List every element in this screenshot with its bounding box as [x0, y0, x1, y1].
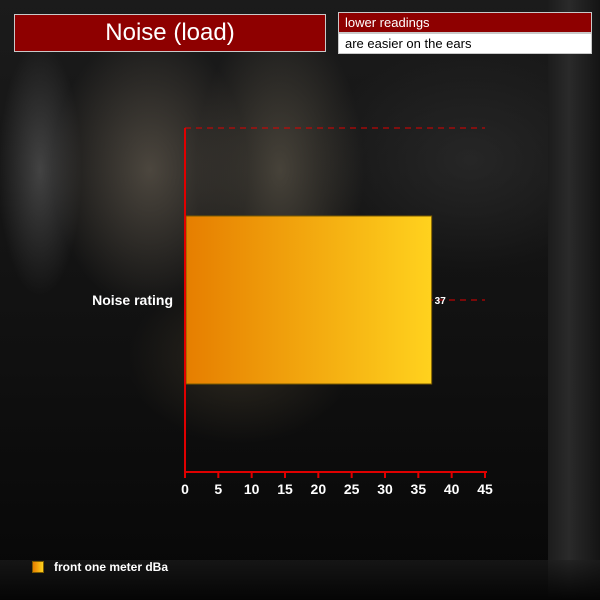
x-tick-label-0: 0: [181, 481, 189, 497]
legend: front one meter dBa: [32, 560, 168, 574]
x-tick-label-4: 20: [311, 481, 327, 497]
x-tick-label-7: 35: [411, 481, 427, 497]
category-label-0: Noise rating: [92, 292, 173, 308]
legend-swatch: [32, 561, 44, 573]
data-label-0: 37: [435, 296, 447, 307]
legend-label: front one meter dBa: [54, 560, 169, 574]
x-tick-label-6: 30: [377, 481, 393, 497]
x-tick-label-5: 25: [344, 481, 360, 497]
bar-0: [185, 215, 433, 385]
x-tick-label-1: 5: [214, 481, 222, 497]
x-tick-label-3: 15: [277, 481, 293, 497]
x-tick-label-8: 40: [444, 481, 460, 497]
x-tick-label-2: 10: [244, 481, 260, 497]
x-tick-label-9: 45: [477, 481, 493, 497]
bars: [185, 215, 433, 385]
noise-chart: 37 Noise rating 0 5 10 15 20 25 30 35 40 45: [92, 127, 493, 497]
